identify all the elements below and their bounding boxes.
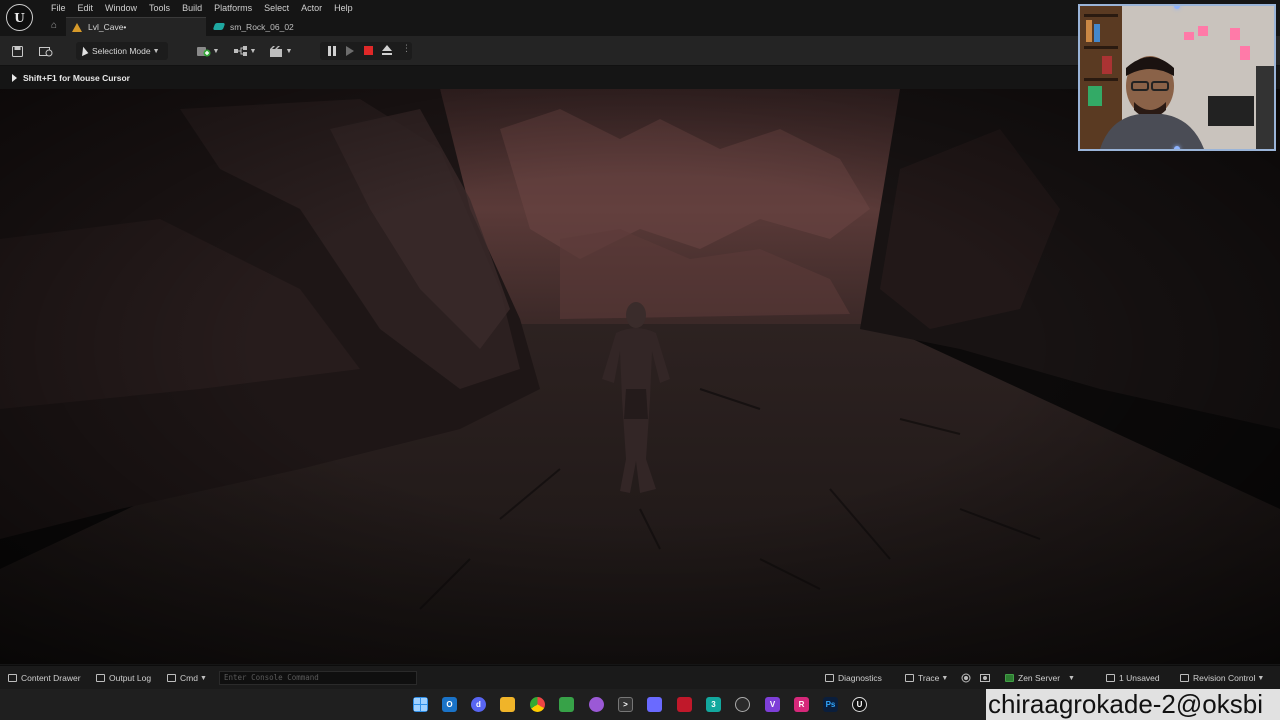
play-controls: ⋮ xyxy=(320,42,412,60)
photoshop-icon[interactable]: Ps xyxy=(823,697,838,712)
chevron-down-icon: ▼ xyxy=(1257,674,1265,682)
cmd-dropdown[interactable]: Cmd ▼ xyxy=(167,673,207,683)
eject-icon[interactable] xyxy=(382,45,392,56)
frame-skip-icon[interactable] xyxy=(346,46,354,56)
tab-lvl-cave[interactable]: Lvl_Cave• xyxy=(66,17,206,36)
webcam-overlay xyxy=(1078,4,1276,151)
revision-control-dropdown[interactable]: Revision Control ▼ xyxy=(1180,673,1264,683)
tab-sm-rock[interactable]: sm_Rock_06_02 xyxy=(208,17,348,36)
rider-icon[interactable]: R xyxy=(794,697,809,712)
windows-start-icon[interactable] xyxy=(413,697,428,712)
expand-icon[interactable] xyxy=(12,74,17,82)
notepad-icon[interactable] xyxy=(559,697,574,712)
menu-actor[interactable]: Actor xyxy=(295,2,328,14)
content-drawer-icon xyxy=(8,674,17,682)
blueprint-button[interactable]: ▼ xyxy=(232,44,258,58)
chevron-down-icon: ▼ xyxy=(249,47,257,55)
browse-content-icon[interactable] xyxy=(38,44,54,58)
menu-help[interactable]: Help xyxy=(328,2,359,14)
revision-control-icon xyxy=(1180,674,1189,682)
revision-control-label: Revision Control xyxy=(1193,673,1256,683)
file-explorer-icon[interactable] xyxy=(500,697,515,712)
menu-tools[interactable]: Tools xyxy=(143,2,176,14)
unsaved-button[interactable]: 1 Unsaved xyxy=(1106,673,1160,683)
menu-build[interactable]: Build xyxy=(176,2,208,14)
obs-icon[interactable] xyxy=(589,697,604,712)
diagnostics-button[interactable]: Diagnostics xyxy=(825,673,882,683)
cave-scene xyxy=(0,89,1280,664)
selection-mode-label: Selection Mode xyxy=(92,46,151,56)
output-log-label: Output Log xyxy=(109,673,152,683)
chevron-down-icon: ▼ xyxy=(152,47,160,55)
cinematics-button[interactable]: ▼ xyxy=(268,44,294,58)
webcam-handle-bottom xyxy=(1174,146,1180,149)
menu-items: File Edit Window Tools Build Platforms S… xyxy=(45,2,359,14)
level-icon xyxy=(72,22,82,32)
cmd-icon xyxy=(167,674,176,682)
diagnostics-icon xyxy=(825,674,834,682)
unreal-icon[interactable]: U xyxy=(852,697,867,712)
console-input[interactable]: Enter Console Command xyxy=(219,671,417,685)
discord-icon[interactable]: d xyxy=(471,697,486,712)
menu-edit[interactable]: Edit xyxy=(72,2,100,14)
trace-label: Trace xyxy=(918,673,940,683)
pause-icon[interactable] xyxy=(328,46,336,56)
tab-label: sm_Rock_06_02 xyxy=(230,21,294,32)
trace-icon xyxy=(905,674,914,682)
unsaved-label: 1 Unsaved xyxy=(1119,673,1160,683)
output-log-icon xyxy=(96,674,105,682)
cursor-icon xyxy=(78,45,89,57)
menu-file[interactable]: File xyxy=(45,2,72,14)
snapshot-icon[interactable] xyxy=(980,673,990,683)
snipping-icon[interactable] xyxy=(647,697,662,712)
selection-mode-dropdown[interactable]: Selection Mode ▼ xyxy=(76,42,168,60)
output-log-button[interactable]: Output Log xyxy=(96,673,151,683)
headset-icon[interactable] xyxy=(735,697,750,712)
more-options-icon[interactable]: ⋮ xyxy=(402,44,411,56)
add-actor-button[interactable]: ▼ xyxy=(196,44,220,58)
pdf-icon[interactable] xyxy=(677,697,692,712)
outlook-icon[interactable]: O xyxy=(442,697,457,712)
chevron-down-icon: ▼ xyxy=(212,47,220,55)
record-icon[interactable] xyxy=(961,673,971,683)
game-viewport[interactable] xyxy=(0,89,1280,664)
unreal-logo-icon[interactable]: U xyxy=(6,4,33,31)
menu-platforms[interactable]: Platforms xyxy=(208,2,258,14)
status-bar: Content Drawer Output Log Cmd ▼ Enter Co… xyxy=(0,665,1280,689)
diagnostics-label: Diagnostics xyxy=(838,673,882,683)
cmd-label: Cmd xyxy=(180,673,198,683)
menu-select[interactable]: Select xyxy=(258,2,295,14)
menu-window[interactable]: Window xyxy=(99,2,143,14)
zen-server-label: Zen Server xyxy=(1018,673,1061,683)
zen-server-dropdown[interactable]: Zen Server ▼ xyxy=(1005,673,1075,683)
stop-icon[interactable] xyxy=(364,46,373,55)
save-icon[interactable] xyxy=(10,44,24,58)
chrome-icon[interactable] xyxy=(530,697,545,712)
mouse-cursor-hint: Shift+F1 for Mouse Cursor xyxy=(23,73,130,83)
static-mesh-icon xyxy=(212,23,226,30)
terminal-icon[interactable]: > xyxy=(618,697,633,712)
upi-watermark: chiraagrokade-2@oksbi xyxy=(986,689,1280,720)
webcam-feed xyxy=(1080,6,1274,149)
content-drawer-button[interactable]: Content Drawer xyxy=(8,673,81,683)
zen-server-icon xyxy=(1005,674,1014,682)
chevron-down-icon: ▼ xyxy=(1068,674,1075,682)
chevron-down-icon: ▼ xyxy=(941,674,949,682)
unsaved-icon xyxy=(1106,674,1115,682)
tab-label: Lvl_Cave• xyxy=(88,22,127,32)
home-icon[interactable]: ⌂ xyxy=(48,20,60,32)
chevron-down-icon: ▼ xyxy=(285,47,293,55)
substance-icon[interactable]: 3 xyxy=(706,697,721,712)
content-drawer-label: Content Drawer xyxy=(21,673,81,683)
visual-studio-icon[interactable]: V xyxy=(765,697,780,712)
chevron-down-icon: ▼ xyxy=(199,674,207,682)
trace-dropdown[interactable]: Trace ▼ xyxy=(905,673,948,683)
